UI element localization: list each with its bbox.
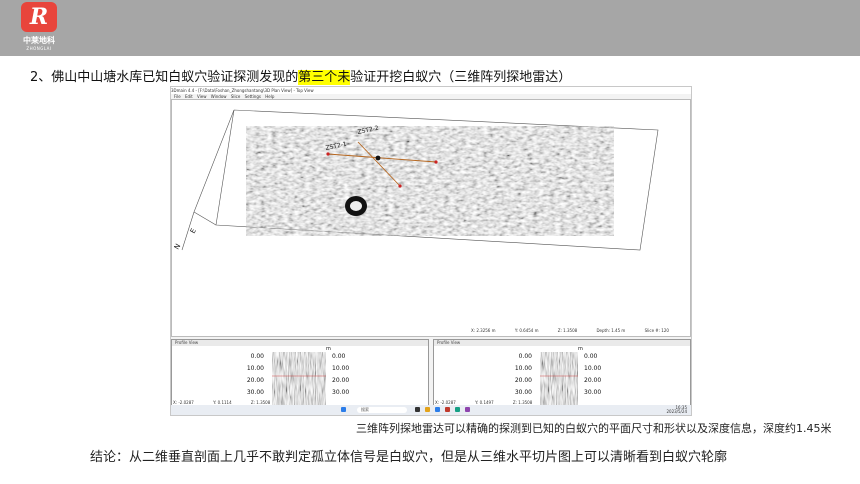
depth-tick-right: 0.00 [584, 353, 598, 360]
heading-highlight: 第三个未 [298, 70, 351, 85]
depth-tick-right: 20.00 [584, 377, 601, 384]
depth-tick-left: 20.00 [247, 377, 264, 384]
gpr-slice-image [246, 126, 614, 236]
app-icon[interactable] [455, 407, 460, 412]
termite-nest-core [350, 201, 362, 211]
app-icon[interactable] [445, 407, 450, 412]
depth-tick-right: 30.00 [584, 389, 601, 396]
taskbar-clock: 16:35 2023/5/24 [666, 406, 687, 414]
heading-suffix: 验证开挖白蚁穴（三维阵列探地雷达） [350, 70, 572, 85]
folder-icon[interactable] [425, 407, 430, 412]
company-logo: R 中莱地科 ZHONGLAI [16, 2, 62, 52]
marker-dot[interactable] [398, 184, 402, 188]
depth-tick-right: 10.00 [584, 365, 601, 372]
depth-tick-left: 0.00 [251, 353, 265, 360]
plan-view-canvas: ZST2-2 ZST2-1 E N [173, 109, 659, 251]
depth-tick-left: 20.00 [515, 377, 532, 384]
frame-edge-bottom [193, 211, 217, 226]
figure-caption: 三维阵列探地雷达可以精确的探测到已知的白蚁穴的平面尺寸和形状以及深度信息，深度约… [356, 422, 832, 435]
plan-view-panel[interactable]: ZST2-2 ZST2-1 E N [171, 99, 691, 337]
frame-edge-left [193, 109, 235, 213]
window-title: 3Dmain 4.4 - [F:\Data\Foshan_Zhongshanta… [171, 87, 691, 94]
start-icon[interactable] [341, 407, 346, 412]
depth-tick-left: 0.00 [519, 353, 533, 360]
depth-tick-left: 10.00 [515, 365, 532, 372]
plan-status-slice: Slice #: 120 [644, 328, 669, 333]
logo-mark: R [21, 2, 57, 32]
plan-status-z: Z: 1.3508 [557, 328, 578, 333]
browser-icon[interactable] [435, 407, 440, 412]
radargram-right [540, 352, 578, 405]
marker-dot[interactable] [326, 152, 330, 156]
marker-center [375, 155, 381, 161]
depth-tick-right: 20.00 [332, 377, 349, 384]
plan-status-bar: X: 2.3256 m Y: 0.6454 m Z: 1.3508 Depth:… [471, 327, 687, 335]
plan-status-depth: Depth: 1.45 m [596, 328, 626, 333]
taskbar-search[interactable]: 搜索 [357, 407, 407, 413]
top-banner: R 中莱地科 ZHONGLAI [0, 0, 860, 56]
unit-label: m [326, 346, 331, 352]
depth-tick-right: 30.00 [332, 389, 349, 396]
depth-tick-left: 10.00 [247, 365, 264, 372]
logo-name-en: ZHONGLAI [26, 46, 52, 51]
radargram-left [272, 352, 326, 405]
app-icon[interactable] [465, 407, 470, 412]
depth-tick-right: 10.00 [332, 365, 349, 372]
depth-tick-left: 30.00 [247, 389, 264, 396]
compass-label-n: N [173, 242, 183, 251]
depth-tick-left: 30.00 [515, 389, 532, 396]
windows-taskbar: 搜索 16:35 2023/5/24 [171, 405, 691, 415]
plan-status-y: Y: 0.6454 m [514, 328, 539, 333]
plan-status-x: X: 2.3256 m [471, 328, 496, 333]
profile-right-canvas: 0.00 10.00 20.00 30.00 0.00 10.00 20.00 … [515, 346, 601, 405]
heading-prefix: 2、佛山中山塘水库已知白蚁穴验证探测发现的 [30, 70, 299, 85]
compass-label-e: E [189, 227, 198, 235]
slide-heading: 2、佛山中山塘水库已知白蚁穴验证探测发现的第三个未验证开挖白蚁穴（三维阵列探地雷… [30, 66, 571, 85]
profile-left-canvas: 0.00 10.00 20.00 30.00 0.00 10.00 20.00 … [247, 346, 349, 405]
profile-view-right[interactable]: Profile View 0.00 10.00 20.00 30.00 0.00… [433, 339, 691, 406]
app-icon[interactable] [415, 407, 420, 412]
profile-view-left[interactable]: Profile View 0.00 10.00 20.00 30.00 0.00… [171, 339, 429, 406]
marker-dot[interactable] [434, 160, 438, 164]
depth-tick-right: 0.00 [332, 353, 346, 360]
screenshot-window: 3Dmain 4.4 - [F:\Data\Foshan_Zhongshanta… [170, 86, 692, 416]
conclusion-text: 结论：从二维垂直剖面上几乎不敢判定孤立体信号是白蚁穴，但是从三维水平切片图上可以… [90, 450, 728, 465]
logo-name: 中莱地科 [23, 36, 55, 45]
unit-label: m [578, 346, 583, 352]
taskbar-date: 2023/5/24 [666, 409, 687, 414]
